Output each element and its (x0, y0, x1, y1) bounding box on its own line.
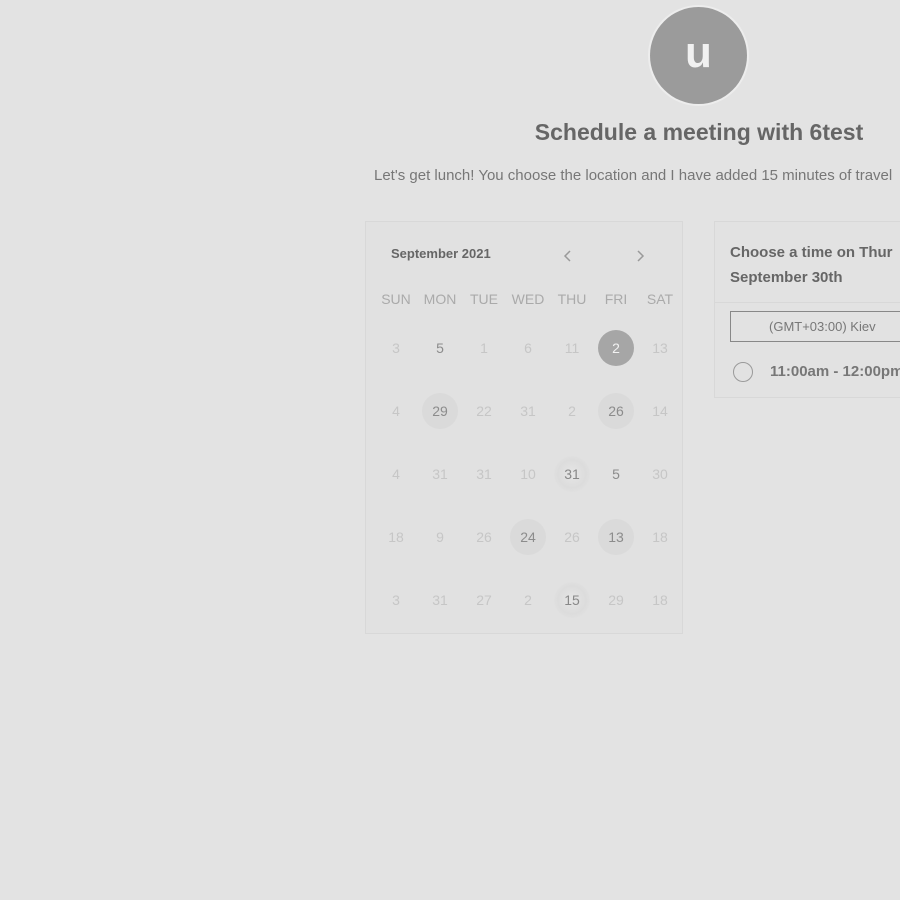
calendar-day[interactable]: 13 (598, 519, 634, 555)
chevron-left-icon (563, 250, 571, 262)
calendar-day[interactable]: 24 (510, 519, 546, 555)
calendar-day: 2 (524, 592, 532, 608)
time-heading-line2: September 30th (730, 269, 843, 286)
weekday-label: THU (557, 291, 587, 307)
weekday-label: SUN (381, 291, 411, 307)
weekday-label: MON (423, 291, 457, 307)
next-month-button[interactable] (632, 248, 648, 264)
time-panel-heading: Choose a time on Thur September 30th (730, 240, 900, 290)
weekday-label: FRI (604, 291, 628, 307)
time-slot-radio[interactable] (733, 362, 753, 382)
calendar-day: 1 (480, 340, 488, 356)
time-slot[interactable]: 11:00am - 12:00pm (733, 361, 900, 387)
calendar-day: 13 (652, 340, 668, 356)
calendar-day: 11 (564, 340, 580, 356)
calendar-day: 27 (476, 592, 492, 608)
avatar: u (650, 7, 747, 104)
calendar-day: 3 (392, 340, 400, 356)
calendar-day: 18 (652, 592, 668, 608)
calendar-day: 30 (652, 466, 668, 482)
divider (715, 302, 900, 303)
timezone-select[interactable]: (GMT+03:00) Kiev (730, 311, 900, 342)
calendar-panel: September 2021 SUN MON TUE WED THU FRI SAT 3 5 1… (365, 221, 683, 634)
calendar-day: 18 (652, 529, 668, 545)
calendar-day[interactable]: 15 (554, 582, 590, 618)
calendar-day: 14 (652, 403, 668, 419)
calendar-day: 31 (432, 466, 448, 482)
calendar-day[interactable]: 5 (598, 456, 634, 492)
calendar-day: 4 (392, 466, 400, 482)
calendar-day: 29 (608, 592, 624, 608)
calendar-day: 4 (392, 403, 400, 419)
calendar-day[interactable]: 29 (422, 393, 458, 429)
previous-month-button[interactable] (560, 248, 576, 264)
page-title: Schedule a meeting with 6test (534, 119, 864, 145)
calendar-day: 10 (520, 466, 536, 482)
calendar-day[interactable]: 31 (554, 456, 590, 492)
meeting-description: Let's get lunch! You choose the location… (374, 167, 893, 184)
time-panel: Choose a time on Thur September 30th (GM… (714, 221, 900, 398)
calendar-day[interactable]: 26 (598, 393, 634, 429)
calendar-day: 31 (432, 592, 448, 608)
weekday-label: SAT (646, 291, 674, 307)
time-heading-line1: Choose a time on Thur (730, 244, 893, 261)
weekday-label: TUE (470, 291, 498, 307)
time-slot-label: 11:00am - 12:00pm (770, 363, 900, 380)
calendar-day: 26 (476, 529, 492, 545)
avatar-initial: u (685, 28, 712, 77)
month-label: September 2021 (391, 246, 491, 261)
calendar-day: 22 (476, 403, 492, 419)
calendar-day: 31 (476, 466, 492, 482)
calendar-day: 3 (392, 592, 400, 608)
calendar-day[interactable]: 5 (422, 330, 458, 366)
calendar-day: 6 (524, 340, 532, 356)
chevron-right-icon (637, 250, 645, 262)
calendar-day: 31 (520, 403, 536, 419)
calendar-day: 2 (568, 403, 576, 419)
calendar-day: 18 (388, 529, 404, 545)
calendar-day-selected[interactable]: 2 (598, 330, 634, 366)
calendar-day: 26 (564, 529, 580, 545)
scheduling-page: u Schedule a meeting with 6test Let's ge… (0, 0, 900, 900)
calendar-day: 9 (436, 529, 444, 545)
weekday-label: WED (511, 291, 545, 307)
